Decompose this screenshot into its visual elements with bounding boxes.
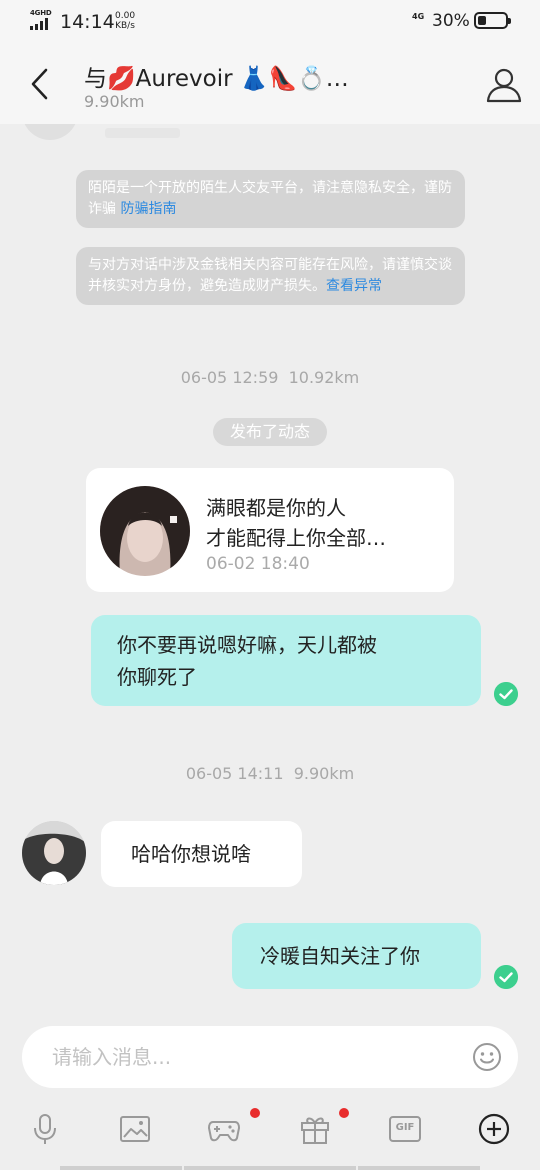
read-check-icon	[494, 682, 518, 706]
post-thumbnail	[100, 486, 190, 576]
back-chevron-icon[interactable]	[28, 66, 52, 102]
battery-icon	[474, 12, 511, 29]
battery-percent: 30%	[432, 11, 470, 31]
anti-fraud-guide-link[interactable]: 防骗指南	[120, 201, 176, 217]
image-icon[interactable]	[118, 1112, 152, 1146]
outgoing-message[interactable]: 你不要再说嗯好嘛，天儿都被 你聊死了	[91, 615, 481, 706]
status-bar: 4GHD 14:14 0.00 KB/s 4G 30%	[0, 0, 540, 44]
input-toolbar: GIF	[0, 1100, 540, 1170]
panel-tab-indicator	[60, 1166, 182, 1170]
battery-fill	[478, 16, 486, 25]
incoming-message[interactable]: 哈哈你想说啥	[101, 821, 302, 887]
message-composer	[22, 1026, 518, 1088]
post-text-line2: 才能配得上你全部…	[206, 526, 386, 550]
message-input[interactable]	[52, 1040, 452, 1074]
read-check-icon	[494, 965, 518, 989]
network-type: 4GHD	[30, 9, 52, 17]
placeholder-bar	[105, 128, 180, 138]
safety-notice: 陌陌是一个开放的陌生人交友平台，请注意隐私安全，谨防诈骗 防骗指南	[76, 170, 465, 228]
gift-badge-dot	[339, 1108, 349, 1118]
risk-notice-text: 与对方对话中涉及金钱相关内容可能存在风险，请谨慎交谈并核实对方身份，避免造成财产…	[88, 257, 452, 294]
network-speed: 0.00 KB/s	[115, 11, 135, 31]
mobile-data-indicator: 4G	[412, 12, 425, 21]
gift-icon[interactable]	[298, 1112, 332, 1146]
network-speed-unit: KB/s	[115, 21, 135, 31]
game-controller-icon[interactable]	[207, 1112, 241, 1146]
risk-notice: 与对方对话中涉及金钱相关内容可能存在风险，请谨慎交谈并核实对方身份，避免造成财产…	[76, 247, 465, 305]
message-text-line1: 你不要再说嗯好嘛，天儿都被	[117, 633, 377, 657]
time-separator: 06-05 14:11 9.90km	[0, 764, 540, 783]
chat-title[interactable]: 与💋Aurevoir 👗👠💍…	[84, 59, 349, 93]
posted-update-pill: 发布了动态	[213, 418, 327, 446]
game-badge-dot	[250, 1108, 260, 1118]
message-text: 冷暖自知关注了你	[260, 944, 420, 968]
separator-distance: 9.90km	[293, 764, 355, 783]
panel-tab-indicator	[358, 1166, 480, 1170]
post-text-line1: 满眼都是你的人	[206, 496, 346, 520]
user-profile-icon[interactable]	[484, 66, 524, 104]
gif-icon[interactable]: GIF	[388, 1112, 422, 1146]
post-card[interactable]: 满眼都是你的人 才能配得上你全部… 06-02 18:40	[86, 468, 454, 592]
clock: 14:14	[60, 11, 115, 33]
post-date: 06-02 18:40	[206, 554, 310, 574]
signal-icon	[30, 18, 48, 30]
network-speed-value: 0.00	[115, 11, 136, 21]
microphone-icon[interactable]	[28, 1112, 62, 1146]
message-list[interactable]: 陌陌是一个开放的陌生人交友平台，请注意隐私安全，谨防诈骗 防骗指南 与对方对话中…	[0, 124, 540, 1020]
panel-tab-indicator	[184, 1166, 356, 1170]
separator-distance: 10.92km	[288, 368, 360, 387]
time-separator: 06-05 12:59 10.92km	[0, 368, 540, 387]
emoji-icon[interactable]	[472, 1042, 502, 1072]
separator-time: 06-05 14:11	[185, 764, 284, 783]
view-anomaly-link[interactable]: 查看异常	[326, 278, 382, 294]
message-text-line2: 你聊死了	[117, 665, 197, 689]
outgoing-message[interactable]: 冷暖自知关注了你	[232, 923, 481, 989]
chat-header: 与💋Aurevoir 👗👠💍… 9.90km	[0, 44, 540, 124]
avatar	[22, 124, 78, 140]
separator-time: 06-05 12:59	[180, 368, 279, 387]
message-text: 哈哈你想说啥	[131, 842, 251, 866]
gif-label: GIF	[395, 1122, 415, 1133]
contact-avatar[interactable]	[22, 821, 86, 885]
chat-distance: 9.90km	[84, 92, 145, 111]
plus-circle-icon[interactable]	[477, 1112, 511, 1146]
